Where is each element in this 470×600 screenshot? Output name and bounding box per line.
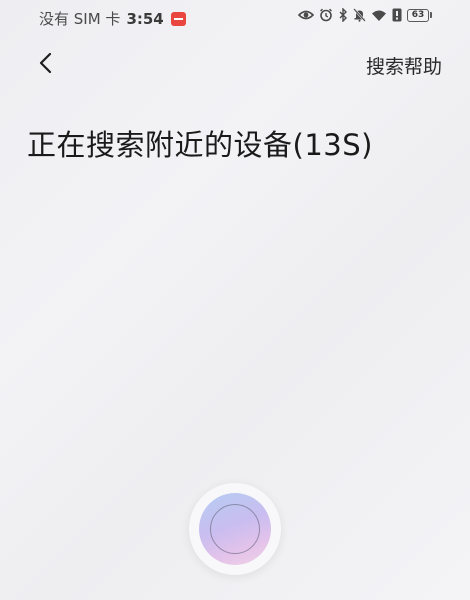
wifi-icon [371, 9, 387, 22]
mute-bell-icon [353, 8, 366, 22]
status-bar: 没有 SIM 卡 3:54 63 [0, 0, 470, 34]
page-title: 正在搜索附近的设备(13S) [27, 128, 373, 162]
nfc-icon [392, 8, 402, 22]
carrier-label: 没有 SIM 卡 [39, 10, 121, 28]
bluetooth-icon [338, 8, 348, 22]
status-time: 3:54 [126, 9, 164, 28]
battery-icon: 63 [407, 8, 432, 22]
battery-level: 63 [407, 8, 429, 22]
search-help-link[interactable]: 搜索帮助 [366, 52, 442, 79]
status-right: 63 [298, 8, 432, 22]
scan-orb-icon [199, 493, 271, 565]
eye-icon [298, 9, 314, 21]
status-left: 没有 SIM 卡 3:54 [39, 8, 186, 29]
alarm-icon [319, 8, 333, 22]
battery-tip [430, 12, 432, 18]
back-button[interactable] [30, 50, 60, 80]
scan-button[interactable] [189, 483, 281, 575]
notification-app-icon [170, 11, 186, 26]
scan-inner-ring [210, 504, 260, 554]
chevron-left-icon [38, 52, 52, 78]
